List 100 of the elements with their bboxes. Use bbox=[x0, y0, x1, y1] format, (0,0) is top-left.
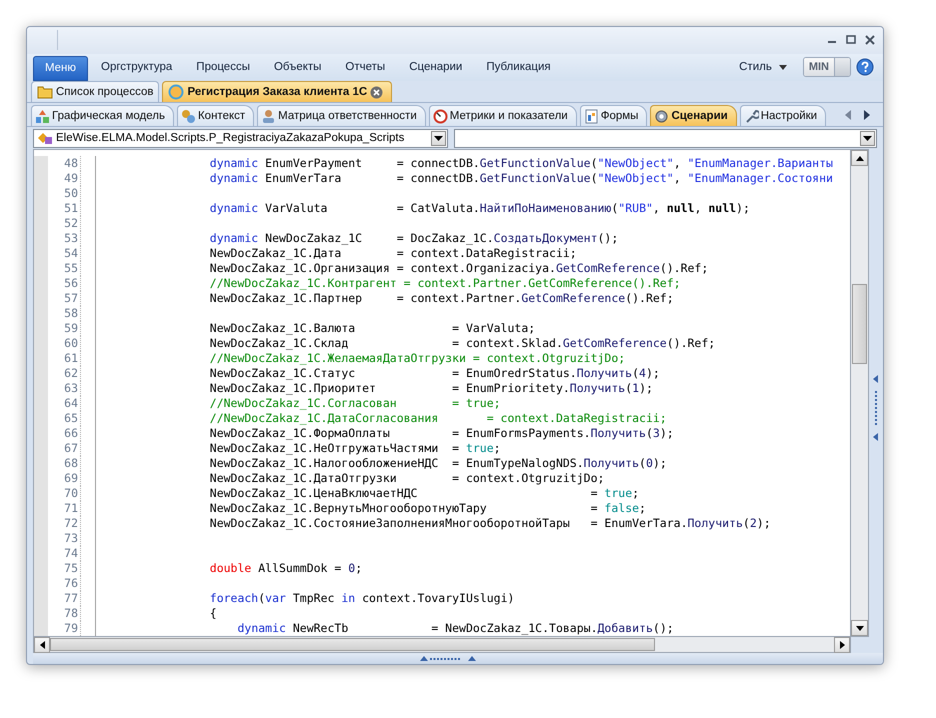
code-line: //NewDocZakaz_1C.Согласован = true; bbox=[210, 396, 501, 412]
designer-tab[interactable]: Настройки bbox=[740, 105, 826, 126]
code-line: NewDocZakaz_1C.НеОтгружатьЧастями = true; bbox=[210, 441, 501, 456]
min-button[interactable]: MIN bbox=[802, 57, 851, 78]
code-line: { bbox=[210, 606, 217, 622]
code-line: foreach(var TmpRec in context.TovaryIUslugi) bbox=[210, 591, 514, 606]
splitter-grip-icon[interactable] bbox=[420, 655, 476, 662]
designer-tab[interactable]: Контекст bbox=[176, 105, 254, 126]
code-line: NewDocZakaz_1C.Дата = context.DataRegistracii; bbox=[210, 246, 577, 262]
arrow-down-icon[interactable] bbox=[856, 626, 864, 631]
code-line: NewDocZakaz_1C.Склад = context.Sklad.GetComReference().Ref; bbox=[210, 336, 716, 352]
code-line: NewDocZakaz_1C.НалогообложениеНДС = EnumTypeNalogNDS.Получить(0); bbox=[210, 456, 667, 472]
line-number: 62 bbox=[34, 366, 81, 382]
code-line: dynamic EnumVerPayment = connectDB.GetFunctionValue("NewObject", "EnumManager.Варианты bbox=[210, 156, 833, 172]
line-number: 72 bbox=[34, 516, 81, 532]
scrollbar-thumb[interactable] bbox=[50, 638, 655, 652]
scroll-left-icon[interactable] bbox=[844, 110, 852, 120]
line-number: 60 bbox=[34, 336, 81, 352]
line-number: 49 bbox=[34, 171, 81, 186]
line-number: 56 bbox=[34, 276, 81, 292]
restore-icon[interactable] bbox=[844, 34, 858, 46]
code-line: NewDocZakaz_1C.Статус = EnumOredrStatus.Получить(4); bbox=[210, 366, 660, 382]
menu-item[interactable]: Объекты bbox=[262, 61, 332, 74]
horizontal-scrollbar[interactable] bbox=[33, 637, 851, 654]
close-icon[interactable] bbox=[863, 34, 877, 46]
code-line: dynamic NewRecTb = NewDocZakaz_1C.Товары.Добавить(); bbox=[237, 621, 674, 636]
line-number: 64 bbox=[34, 396, 81, 412]
code-line: NewDocZakaz_1C.ДатаОтгрузки = context.OtgruzitjDo; bbox=[210, 471, 604, 486]
circle-icon bbox=[168, 84, 184, 100]
code-line: dynamic EnumVerTara = connectDB.GetFunctionValue("NewObject", "EnumManager.Состояни bbox=[210, 171, 833, 186]
document-tab[interactable]: Регистрация Заказа клиента 1С bbox=[162, 81, 392, 102]
menu-item[interactable]: Процессы bbox=[185, 61, 261, 74]
line-number: 75 bbox=[34, 561, 81, 576]
line-number: 69 bbox=[34, 471, 81, 486]
line-number: 57 bbox=[34, 291, 81, 306]
line-number: 51 bbox=[34, 201, 81, 216]
code-line: NewDocZakaz_1C.Организация = context.Organizaciya.GetComReference().Ref; bbox=[210, 261, 708, 276]
code-line: NewDocZakaz_1C.Валюта = VarValuta; bbox=[210, 321, 536, 336]
gear-icon bbox=[654, 108, 670, 124]
circles-icon bbox=[180, 108, 196, 124]
line-number: 76 bbox=[34, 576, 81, 592]
code-editor[interactable] bbox=[33, 149, 851, 638]
line-number: 68 bbox=[34, 456, 81, 472]
line-number: 78 bbox=[34, 606, 81, 622]
scrollbar-thumb[interactable] bbox=[852, 284, 867, 364]
shapes-icon bbox=[35, 108, 50, 124]
scroll-right-icon[interactable] bbox=[863, 110, 871, 120]
form-icon bbox=[584, 108, 599, 124]
line-number: 61 bbox=[34, 351, 81, 366]
vertical-scrollbar[interactable] bbox=[851, 149, 869, 638]
line-number: 54 bbox=[34, 246, 81, 262]
designer-tab[interactable]: Графическая модель bbox=[31, 105, 174, 126]
caret-icon[interactable] bbox=[434, 136, 443, 141]
collapse-left-icon[interactable] bbox=[873, 375, 879, 384]
line-number: 74 bbox=[34, 546, 81, 562]
line-number: 55 bbox=[34, 261, 81, 276]
line-number: 50 bbox=[34, 186, 81, 202]
caret-icon[interactable] bbox=[863, 136, 872, 141]
line-number: 53 bbox=[34, 231, 81, 246]
designer-tab[interactable]: Сценарии bbox=[650, 105, 737, 126]
line-number: 71 bbox=[34, 501, 81, 516]
line-number: 70 bbox=[34, 486, 81, 502]
collapse-left-icon[interactable] bbox=[873, 433, 879, 442]
code-line: double AllSummDok = 0; bbox=[210, 561, 362, 576]
code-line: //NewDocZakaz_1C.Контрагент = context.Partner.GetComReference().Ref; bbox=[210, 276, 681, 292]
menu-item[interactable]: Оргструктура bbox=[90, 61, 184, 74]
arrow-left-icon[interactable] bbox=[40, 641, 44, 650]
line-number: 59 bbox=[34, 321, 81, 336]
document-tab[interactable]: Список процессов bbox=[31, 81, 160, 102]
code-line: //NewDocZakaz_1C.ДатаСогласования = context.DataRegistracii; bbox=[210, 411, 667, 426]
menu-item[interactable]: Сценарии bbox=[398, 61, 474, 74]
caret-icon bbox=[778, 64, 787, 70]
menu-button[interactable]: Меню bbox=[33, 56, 88, 81]
close-icon[interactable] bbox=[370, 86, 384, 99]
code-line: dynamic NewDocZakaz_1C = DocZakaz_1C.СоздатьДокумент(); bbox=[210, 231, 618, 246]
style-dropdown[interactable]: Стиль bbox=[733, 60, 793, 74]
gauge-icon bbox=[432, 108, 448, 124]
arrow-up-icon[interactable] bbox=[856, 156, 864, 161]
line-number: 65 bbox=[34, 411, 81, 426]
line-number: 73 bbox=[34, 531, 81, 546]
splitter-grip-icon[interactable] bbox=[874, 391, 878, 426]
designer-tab[interactable]: Метрики и показатели bbox=[428, 105, 577, 126]
menu-item[interactable]: Публикация bbox=[475, 61, 562, 74]
arrow-right-icon[interactable] bbox=[840, 641, 844, 650]
menu-item[interactable]: Отчеты bbox=[334, 61, 396, 74]
help-icon[interactable] bbox=[856, 58, 874, 76]
code-line: NewDocZakaz_1C.Партнер = context.Partner.GetComReference().Ref; bbox=[210, 291, 674, 306]
line-number: 52 bbox=[34, 216, 81, 232]
designer-tab[interactable]: Матрица ответственности bbox=[257, 105, 426, 126]
line-number: 66 bbox=[34, 426, 81, 442]
person-icon bbox=[261, 108, 276, 124]
code-line: NewDocZakaz_1C.ВернутьМногооборотнуюТару = false; bbox=[210, 501, 646, 516]
class-dropdown[interactable]: EleWise.ELMA.Model.Scripts.P_RegistraciyaZakazaPokupa_Scripts bbox=[33, 128, 448, 148]
code-line: //NewDocZakaz_1C.ЖелаемаяДатаОтгрузки = context.OtgruzitjDo; bbox=[210, 351, 626, 366]
code-line: NewDocZakaz_1C.ЦенаВключаетНДС = true; bbox=[210, 486, 640, 502]
designer-tab[interactable]: Формы bbox=[580, 105, 648, 126]
folder-icon bbox=[37, 85, 53, 100]
line-number: 58 bbox=[34, 306, 81, 322]
line-number: 48 bbox=[34, 156, 81, 172]
code-line: NewDocZakaz_1C.Приоритет = EnumPrioritety.Получить(1); bbox=[210, 381, 653, 396]
